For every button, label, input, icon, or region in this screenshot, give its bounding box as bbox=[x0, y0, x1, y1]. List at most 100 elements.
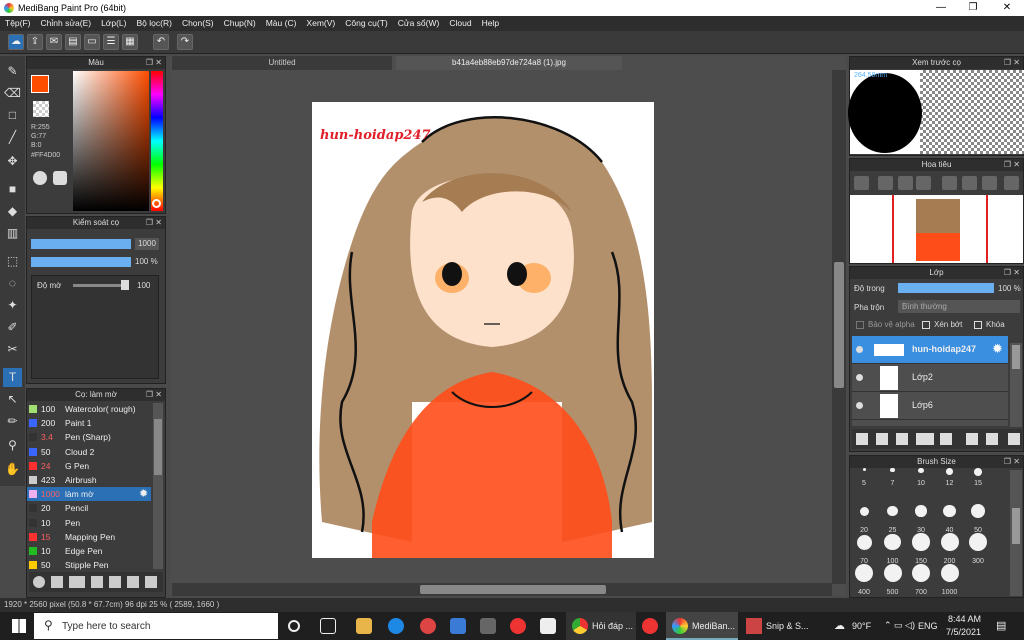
clock-date[interactable]: 7/5/2021 bbox=[946, 627, 981, 637]
brush-settings-gear-icon[interactable]: ✹ bbox=[139, 487, 148, 501]
move-tool-icon[interactable]: ✥ bbox=[3, 152, 22, 171]
close-button[interactable]: ✕ bbox=[992, 0, 1022, 16]
line-tool-icon[interactable]: ╱ bbox=[3, 128, 22, 147]
language-indicator[interactable]: ENG bbox=[918, 621, 938, 631]
hue-slider-handle[interactable] bbox=[152, 199, 161, 208]
navigator-thumbnail[interactable] bbox=[850, 195, 1023, 263]
brush-list-item[interactable]: 10 Edge Pen bbox=[27, 544, 151, 558]
drawing-canvas[interactable]: hun-hoidap247 bbox=[312, 102, 654, 558]
maximize-button[interactable]: ❐ bbox=[958, 0, 988, 16]
new-halftone-layer-icon[interactable] bbox=[876, 433, 888, 445]
brush-dropdown-icon[interactable] bbox=[69, 576, 85, 588]
rotate-reset-icon[interactable] bbox=[962, 176, 977, 190]
menu-file[interactable]: Tệp(F) bbox=[0, 16, 36, 28]
brush-copy-icon[interactable] bbox=[91, 576, 103, 588]
brush-list-item[interactable]: 423 Airbrush bbox=[27, 473, 151, 487]
lock-checkbox[interactable] bbox=[974, 321, 982, 329]
brush-size-swatch[interactable] bbox=[940, 564, 959, 582]
panel-close-icon[interactable]: ❐ ✕ bbox=[146, 389, 162, 401]
clock-time[interactable]: 8:44 AM bbox=[948, 614, 981, 624]
zoom-in-icon[interactable] bbox=[854, 176, 869, 190]
layer-dropdown-icon[interactable] bbox=[916, 433, 934, 445]
zoom-reset-icon[interactable] bbox=[916, 176, 931, 190]
media-player-icon[interactable] bbox=[420, 618, 436, 634]
lasso-tool-icon[interactable]: ◌ bbox=[3, 274, 22, 293]
layer-row[interactable]: Lớp6 bbox=[852, 392, 1008, 420]
brush-size-swatch[interactable] bbox=[940, 533, 959, 551]
operation-tool-icon[interactable]: ↖ bbox=[3, 390, 22, 409]
eraser-tool-icon[interactable]: ⌫ bbox=[3, 84, 22, 103]
text-tool-icon[interactable]: T bbox=[3, 368, 22, 387]
cloud-icon[interactable]: ☁ bbox=[8, 34, 24, 50]
layer-settings-gear-icon[interactable]: ✹ bbox=[992, 341, 1003, 357]
weather-icon[interactable]: ☁ bbox=[834, 619, 845, 632]
brush-size-swatch[interactable] bbox=[883, 564, 902, 582]
taskbar-app-chrome[interactable]: Hỏi đáp ... bbox=[566, 612, 636, 640]
store-icon[interactable] bbox=[540, 618, 556, 634]
brush-size-swatch[interactable] bbox=[859, 506, 869, 516]
palette-icon[interactable] bbox=[33, 171, 47, 185]
brush-opacity-slider[interactable] bbox=[31, 257, 131, 267]
layer-visibility-icon[interactable] bbox=[856, 346, 863, 353]
panel-close-icon[interactable]: ❐ ✕ bbox=[1004, 456, 1020, 468]
grid-icon[interactable]: ▦ bbox=[122, 34, 138, 50]
bucket-tool-icon[interactable]: ◆ bbox=[3, 202, 22, 221]
brush-list-item[interactable]: 1000 làm mờ ✹ bbox=[27, 487, 151, 502]
brush-list-scroll-thumb[interactable] bbox=[154, 419, 162, 475]
brush-delete-icon[interactable] bbox=[145, 576, 157, 588]
select-pen-tool-icon[interactable]: ✐ bbox=[3, 318, 22, 337]
layer-visibility-icon[interactable] bbox=[856, 402, 863, 409]
tab-untitled[interactable]: Untitled bbox=[172, 56, 392, 70]
page-icon[interactable]: ▭ bbox=[84, 34, 100, 50]
mail-icon[interactable] bbox=[450, 618, 466, 634]
blur-slider-handle[interactable] bbox=[121, 280, 129, 290]
brush-size-swatch[interactable] bbox=[890, 468, 895, 473]
cortana-icon[interactable] bbox=[288, 620, 300, 632]
protect-alpha-checkbox[interactable] bbox=[856, 321, 864, 329]
layer-row[interactable]: hun-hoidap247 ✹ bbox=[852, 336, 1008, 364]
list-icon[interactable]: ☰ bbox=[103, 34, 119, 50]
panel-close-icon[interactable]: ❐ ✕ bbox=[1004, 57, 1020, 69]
brush-list-item[interactable]: 50 Cloud 2 bbox=[27, 445, 151, 459]
saturation-value-picker[interactable] bbox=[73, 71, 149, 211]
undo-icon[interactable]: ↶ bbox=[153, 34, 169, 50]
select-tool-icon[interactable]: ⬚ bbox=[3, 252, 22, 271]
merge-layer-icon[interactable] bbox=[986, 433, 998, 445]
brush-size-swatch[interactable] bbox=[912, 564, 930, 582]
brush-folder-icon[interactable] bbox=[109, 576, 121, 588]
foreground-color-swatch[interactable] bbox=[31, 75, 49, 93]
color-set-icon[interactable] bbox=[53, 171, 67, 185]
horizontal-scroll-thumb[interactable] bbox=[420, 585, 606, 594]
brush-size-swatch[interactable] bbox=[915, 505, 927, 517]
menu-tools[interactable]: Công cụ(T) bbox=[340, 16, 393, 28]
brush-size-slider[interactable] bbox=[31, 239, 131, 249]
fit-screen-icon[interactable] bbox=[898, 176, 913, 190]
tab-active-document[interactable]: b41a4eb88eb97de724a8 (1).jpg bbox=[396, 56, 622, 70]
eyedropper-tool-icon[interactable]: ⚲ bbox=[3, 436, 22, 455]
brush-size-swatch[interactable] bbox=[918, 468, 924, 474]
brush-size-swatch[interactable] bbox=[912, 533, 930, 551]
taskbar-app-medibang[interactable]: MediBan... bbox=[666, 612, 738, 640]
vertical-scroll-thumb[interactable] bbox=[834, 262, 844, 388]
transparent-swatch[interactable] bbox=[33, 101, 49, 117]
blend-mode-select[interactable]: Bình thường bbox=[898, 300, 1020, 313]
brush-list-item[interactable]: 50 Stipple Pen bbox=[27, 558, 151, 572]
file-explorer-icon[interactable] bbox=[356, 618, 372, 634]
menu-layer[interactable]: Lớp(L) bbox=[96, 16, 131, 28]
minimize-button[interactable]: — bbox=[926, 0, 956, 16]
menu-filter[interactable]: Bộ lọc(R) bbox=[132, 16, 177, 28]
layer-visibility-icon[interactable] bbox=[856, 374, 863, 381]
edge-icon[interactable] bbox=[388, 618, 404, 634]
rotate-left-icon[interactable] bbox=[942, 176, 957, 190]
hand-tool-icon[interactable]: ✋ bbox=[3, 460, 22, 479]
windows-start-icon[interactable] bbox=[12, 619, 26, 633]
brush-size-swatch[interactable] bbox=[969, 533, 987, 551]
menu-select[interactable]: Chọn(S) bbox=[177, 16, 219, 28]
brush-duplicate-icon[interactable] bbox=[127, 576, 139, 588]
flip-icon[interactable] bbox=[1004, 176, 1019, 190]
gradient-tool-icon[interactable]: ▥ bbox=[3, 224, 22, 243]
brush-size-swatch[interactable] bbox=[974, 468, 982, 476]
task-view-icon[interactable] bbox=[320, 618, 336, 634]
new-layer-icon[interactable] bbox=[856, 433, 868, 445]
redo-icon[interactable]: ↷ bbox=[177, 34, 193, 50]
